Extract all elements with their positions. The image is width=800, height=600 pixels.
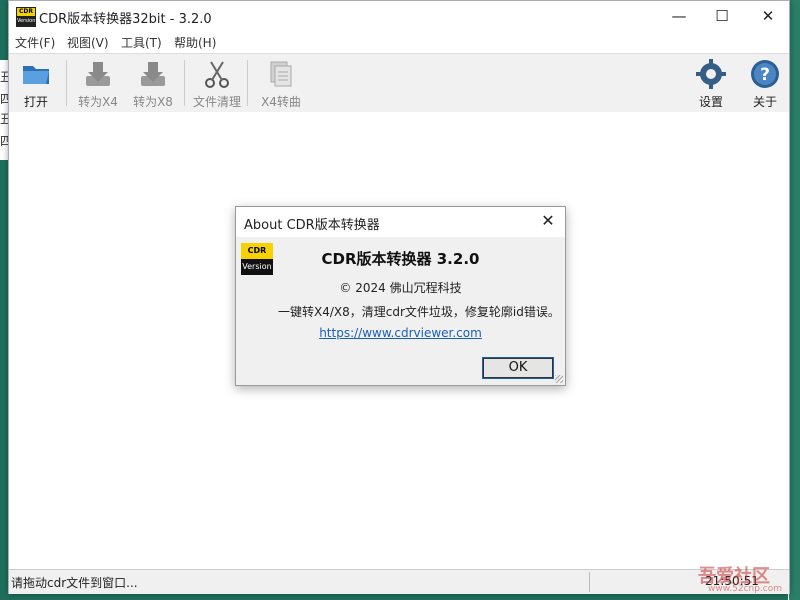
settings-button[interactable]: 设置 <box>689 56 733 110</box>
status-message: 请拖动cdr文件到窗口... <box>11 576 138 590</box>
toolbar-separator <box>66 60 67 106</box>
settings-label: 设置 <box>698 95 723 109</box>
download-icon <box>86 62 110 86</box>
watermark-url: www.52cnp.com <box>708 584 783 594</box>
gear-icon <box>696 59 726 89</box>
toolbar-separator <box>184 60 185 106</box>
maximize-button[interactable]: ☐ <box>699 1 745 31</box>
copyright-text: © 2024 佛山冗程科技 <box>339 281 462 295</box>
app-icon: CDR Version <box>16 7 36 27</box>
open-button[interactable]: 打开 <box>13 56 59 110</box>
scissors-icon <box>205 61 229 88</box>
about-dialog: About CDR版本转换器 ✕ CDR Version CDR版本转换器 3.… <box>235 206 566 386</box>
convert-x8-label: 转为X8 <box>133 95 173 109</box>
dialog-body: CDR Version CDR版本转换器 3.2.0 © 2024 佛山冗程科技… <box>236 237 565 385</box>
menu-view[interactable]: 视图(V) <box>67 34 109 51</box>
description-text: 一键转X4/X8，清理cdr文件垃圾，修复轮廓id错误。 <box>278 305 560 319</box>
dialog-title: About CDR版本转换器 <box>244 218 380 233</box>
resize-grip[interactable] <box>555 375 563 383</box>
toolbar: 打开 转为X4 转为X8 文件清理 X4转曲 设置 ? 关于 <box>9 53 789 113</box>
dialog-heading: CDR版本转换器 3.2.0 <box>321 250 480 268</box>
open-label: 打开 <box>23 95 48 109</box>
menu-bar: 文件(F) 视图(V) 工具(T) 帮助(H) <box>9 31 789 53</box>
desktop-background <box>789 0 800 600</box>
convert-x4-label: 转为X4 <box>78 95 118 109</box>
menu-tools[interactable]: 工具(T) <box>121 34 162 51</box>
website-link[interactable]: https://www.cdrviewer.com <box>236 326 565 340</box>
download-icon <box>141 62 165 86</box>
help-icon: ? <box>751 60 779 88</box>
watermark: 吾爱社区 www.52cnp.com <box>668 560 798 600</box>
x4-curve-label: X4转曲 <box>261 95 301 109</box>
about-button[interactable]: ? 关于 <box>743 56 787 110</box>
about-label: 关于 <box>752 95 777 109</box>
svg-text:?: ? <box>760 65 770 85</box>
menu-help[interactable]: 帮助(H) <box>174 34 216 51</box>
document-icon <box>270 61 292 87</box>
file-clean-button[interactable]: 文件清理 <box>189 56 245 110</box>
close-button[interactable]: ✕ <box>745 1 791 31</box>
folder-icon <box>23 66 49 84</box>
title-bar[interactable]: CDR Version CDR版本转换器32bit - 3.2.0 — ☐ ✕ <box>9 1 789 31</box>
window-title: CDR版本转换器32bit - 3.2.0 <box>39 12 212 27</box>
x4-curve-button[interactable]: X4转曲 <box>253 56 309 110</box>
convert-x4-button[interactable]: 转为X4 <box>73 56 123 110</box>
convert-x8-button[interactable]: 转为X8 <box>128 56 178 110</box>
menu-file[interactable]: 文件(F) <box>15 34 55 51</box>
status-separator <box>589 572 590 592</box>
toolbar-separator <box>247 60 248 106</box>
minimize-button[interactable]: — <box>656 1 702 31</box>
file-clean-label: 文件清理 <box>192 95 241 109</box>
ok-button[interactable]: OK <box>482 357 554 379</box>
dialog-close-button[interactable]: ✕ <box>537 210 559 232</box>
